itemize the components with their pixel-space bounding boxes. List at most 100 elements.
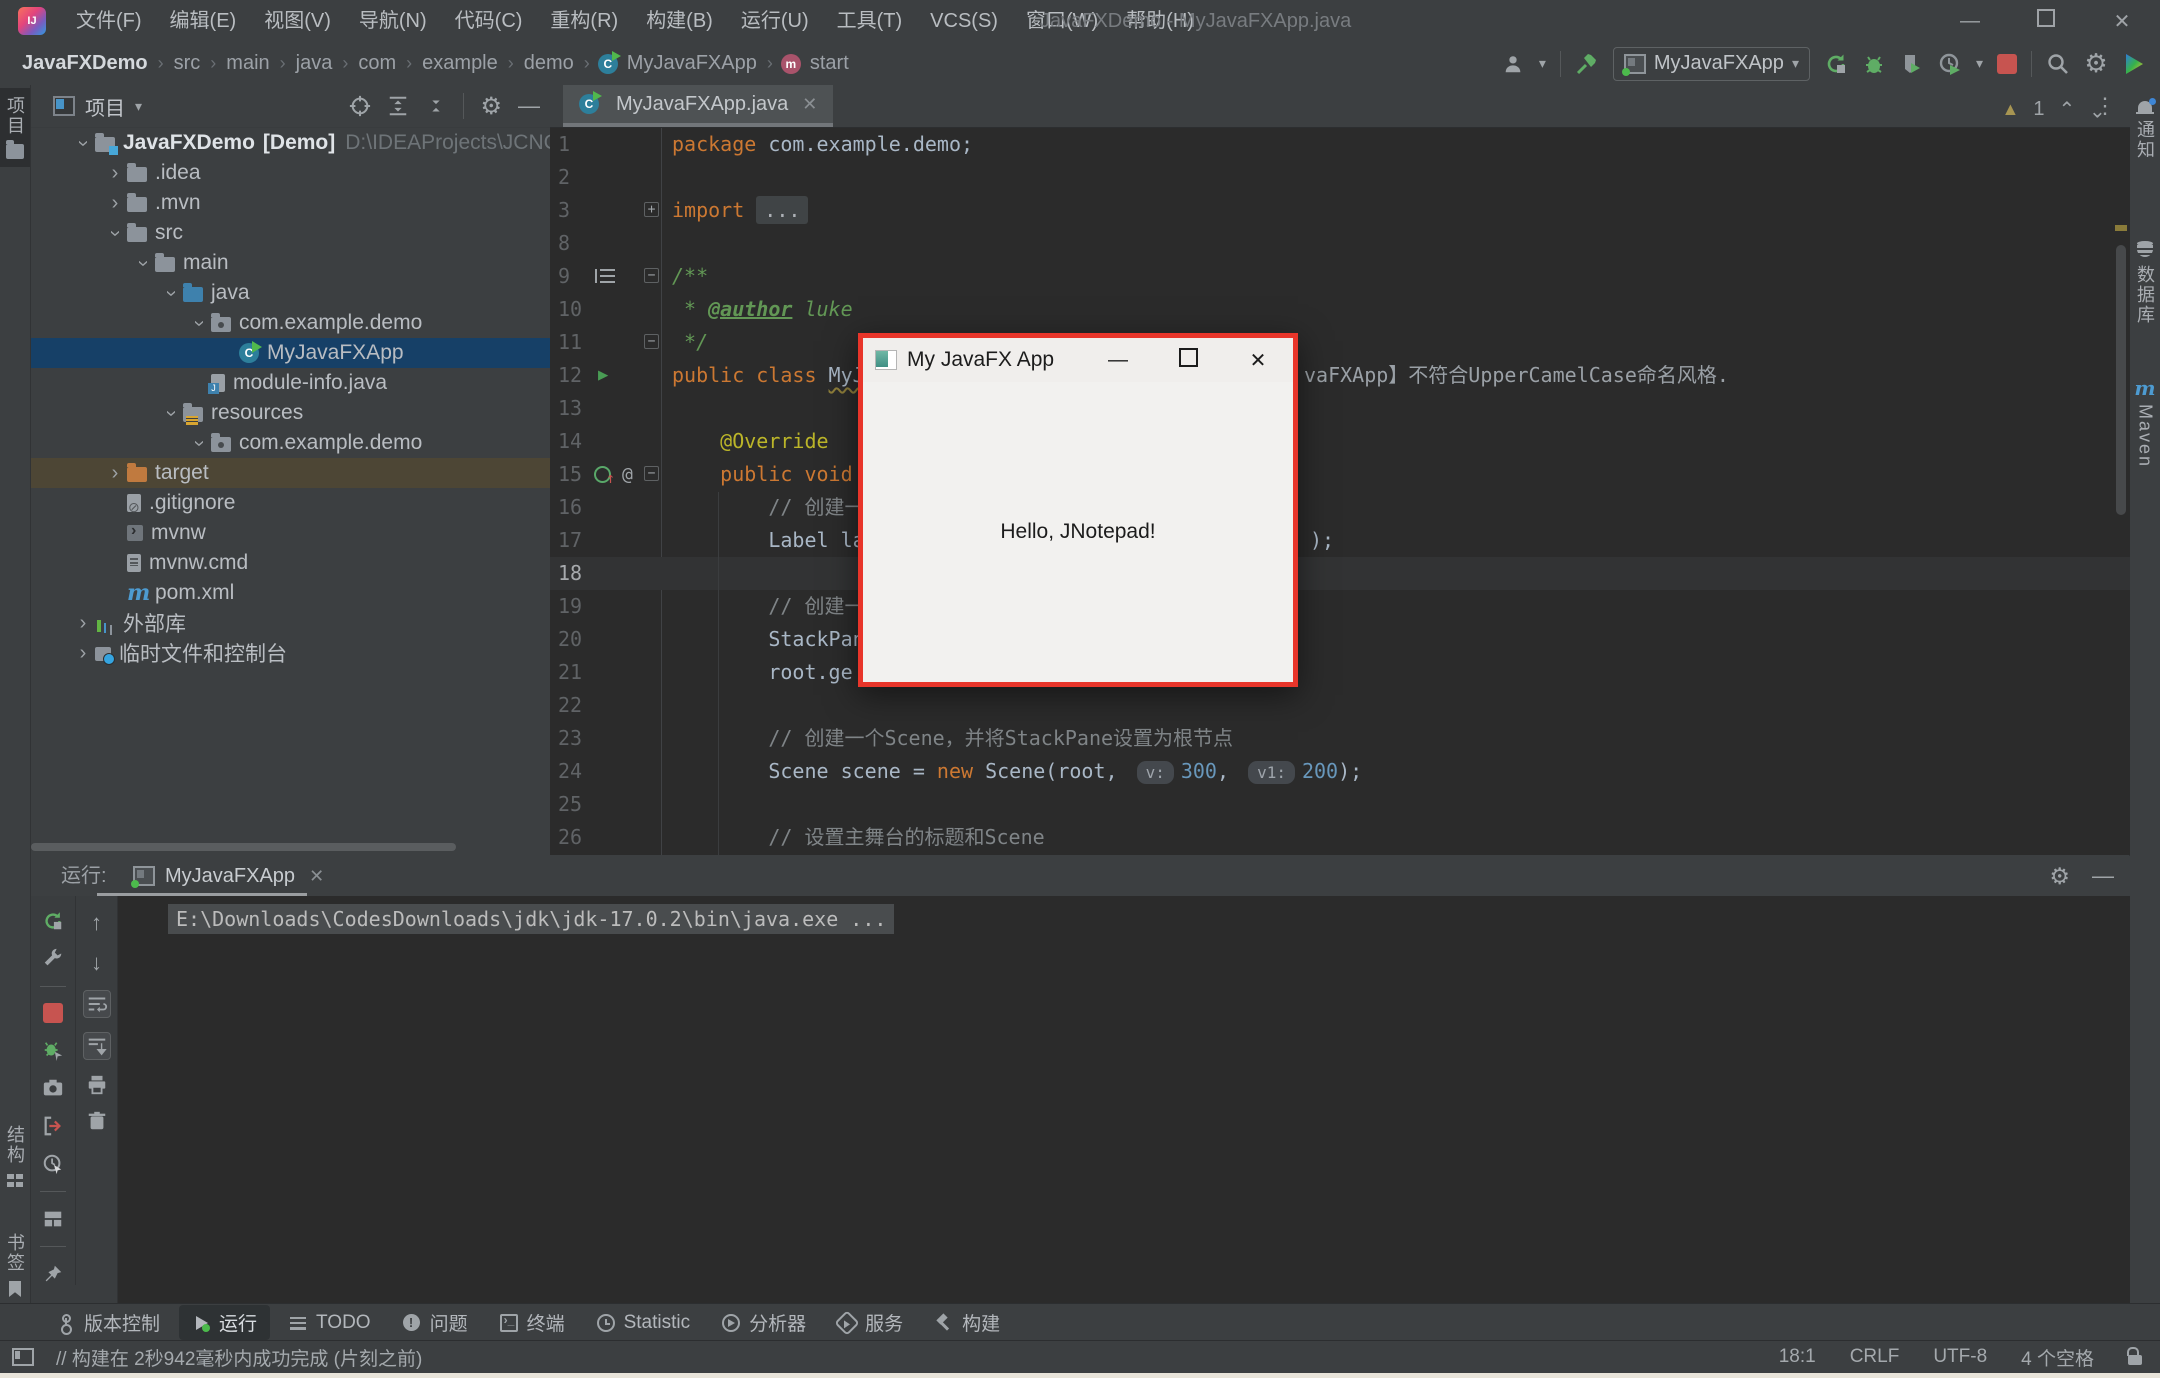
code-line-9[interactable]: 9−/** bbox=[550, 260, 2130, 293]
soft-wrap-toggle[interactable] bbox=[83, 990, 111, 1018]
project-settings-gear-icon[interactable]: ⚙ bbox=[480, 92, 502, 121]
search-everywhere-icon[interactable] bbox=[2046, 52, 2070, 76]
tool-window-button-构建[interactable]: 构建 bbox=[922, 1305, 1013, 1340]
breadcrumb-item-main[interactable]: main bbox=[224, 52, 271, 75]
line-number[interactable]: 19 bbox=[558, 590, 582, 623]
tree-row-.mvn[interactable]: ›.mvn bbox=[31, 188, 550, 218]
close-tab-icon[interactable]: ✕ bbox=[802, 94, 817, 115]
code-editor[interactable]: 1package com.example.demo;23+import ...8… bbox=[550, 128, 2130, 855]
layout-settings-icon[interactable] bbox=[42, 1208, 64, 1230]
code-line-16[interactable]: 16 // 创建一个 bbox=[550, 491, 2130, 524]
code-line-17[interactable]: 17 Label la); bbox=[550, 524, 2130, 557]
stripe-button-通知[interactable]: 通知 bbox=[2130, 93, 2160, 168]
stripe-button-数据库[interactable]: 数据库 bbox=[2130, 233, 2160, 333]
code-line-10[interactable]: 10 * @author luke bbox=[550, 293, 2130, 326]
tree-row-临时文件和控制台[interactable]: ›临时文件和控制台 bbox=[31, 638, 550, 668]
tree-chevron-icon[interactable]: › bbox=[103, 462, 127, 485]
profiler-button[interactable] bbox=[1938, 52, 1962, 76]
breadcrumb-item-demo[interactable]: demo bbox=[522, 52, 576, 75]
stop-button[interactable] bbox=[1997, 54, 2017, 74]
code-line-15[interactable]: 15@− public void bbox=[550, 458, 2130, 491]
caret-position[interactable]: 18:1 bbox=[1779, 1346, 1816, 1368]
run-button[interactable] bbox=[1824, 52, 1848, 76]
line-number[interactable]: 23 bbox=[558, 722, 582, 755]
code-line-2[interactable]: 2 bbox=[550, 161, 2130, 194]
tree-row-外部库[interactable]: ›外部库 bbox=[31, 608, 550, 638]
tree-chevron-icon[interactable]: › bbox=[104, 221, 127, 245]
hide-run-panel-icon[interactable]: — bbox=[2092, 863, 2114, 889]
menu-item[interactable]: 工具(T) bbox=[823, 0, 917, 42]
tree-row-main[interactable]: ›main bbox=[31, 248, 550, 278]
code-line-12[interactable]: 12▶public class MyJavaFXAppvaFXApp】不符合Up… bbox=[550, 359, 2130, 392]
thread-dump-camera-icon[interactable] bbox=[42, 1077, 64, 1099]
tree-row-JavaFXDemo[interactable]: ›JavaFXDemo[Demo]D:\IDEAProjects\JCNCPro… bbox=[31, 128, 550, 158]
line-number[interactable]: 26 bbox=[558, 821, 582, 854]
javafx-minimize-icon[interactable]: — bbox=[1083, 349, 1153, 372]
tree-row-pom.xml[interactable]: pom.xml bbox=[31, 578, 550, 608]
code-line-20[interactable]: 20 StackPane bbox=[550, 623, 2130, 656]
code-line-26[interactable]: 26 // 设置主舞台的标题和Scene bbox=[550, 821, 2130, 854]
menu-item[interactable]: 编辑(E) bbox=[156, 0, 251, 42]
menu-item[interactable]: 代码(C) bbox=[441, 0, 537, 42]
profiler-dropdown-icon[interactable]: ▾ bbox=[1976, 55, 1983, 72]
stripe-button-结构[interactable]: 结构 bbox=[0, 1117, 30, 1196]
line-number[interactable]: 16 bbox=[558, 491, 582, 524]
menu-item[interactable]: 运行(U) bbox=[727, 0, 823, 42]
user-dropdown-icon[interactable]: ▾ bbox=[1539, 55, 1546, 72]
breadcrumb-item-javafxdemo[interactable]: JavaFXDemo bbox=[20, 52, 150, 75]
tree-chevron-icon[interactable]: › bbox=[72, 131, 95, 155]
code-line-25[interactable]: 25 bbox=[550, 788, 2130, 821]
exit-process-icon[interactable] bbox=[42, 1115, 64, 1137]
breadcrumb-item-java[interactable]: java bbox=[294, 52, 335, 75]
prev-problem-icon[interactable]: ⌃ bbox=[2058, 97, 2075, 122]
tree-chevron-icon[interactable]: › bbox=[160, 281, 183, 305]
tree-chevron-icon[interactable]: › bbox=[188, 311, 211, 335]
tree-row-MyJavaFXApp[interactable]: MyJavaFXApp bbox=[31, 338, 550, 368]
code-line-8[interactable]: 8 bbox=[550, 227, 2130, 260]
fold-plus-icon[interactable]: + bbox=[644, 202, 659, 217]
breadcrumb-item-start[interactable]: mstart bbox=[781, 52, 851, 75]
line-number[interactable]: 8 bbox=[558, 227, 570, 260]
breadcrumb-item-com[interactable]: com bbox=[356, 52, 398, 75]
attach-debugger-icon[interactable] bbox=[42, 1039, 64, 1061]
settings-gear-icon[interactable]: ⚙ bbox=[2084, 52, 2108, 76]
tree-row-com.example.demo[interactable]: ›com.example.demo bbox=[31, 308, 550, 338]
modify-run-config-icon[interactable] bbox=[42, 948, 64, 970]
stripe-button-书签[interactable]: 书签 bbox=[0, 1225, 30, 1305]
pin-tab-icon[interactable] bbox=[42, 1263, 64, 1285]
line-number[interactable]: 24 bbox=[558, 755, 582, 788]
line-number[interactable]: 18 bbox=[558, 557, 582, 590]
line-number[interactable]: 1 bbox=[558, 128, 570, 161]
file-encoding[interactable]: UTF-8 bbox=[1933, 1346, 1987, 1368]
tool-window-button-问题[interactable]: 问题 bbox=[390, 1305, 481, 1340]
code-line-21[interactable]: 21 root.ge bbox=[550, 656, 2130, 689]
minimize-window-icon[interactable]: — bbox=[1932, 10, 2008, 33]
print-console-icon[interactable] bbox=[86, 1074, 108, 1096]
code-line-22[interactable]: 22 bbox=[550, 689, 2130, 722]
close-window-icon[interactable]: ✕ bbox=[2084, 9, 2160, 34]
run-with-coverage-button[interactable] bbox=[1900, 52, 1924, 76]
rerun-button[interactable] bbox=[42, 910, 64, 932]
project-tree-hscrollbar[interactable] bbox=[31, 843, 456, 851]
breadcrumb-item-myjavafxapp[interactable]: CMyJavaFXApp bbox=[598, 52, 759, 75]
line-number[interactable]: 17 bbox=[558, 524, 582, 557]
line-separator[interactable]: CRLF bbox=[1850, 1346, 1900, 1368]
run-configuration-select[interactable]: MyJavaFXApp ▾ bbox=[1613, 47, 1810, 81]
stripe-button-项目[interactable]: 项目 bbox=[0, 88, 30, 167]
line-number[interactable]: 13 bbox=[558, 392, 582, 425]
line-number[interactable]: 22 bbox=[558, 689, 582, 722]
fold-minus-icon[interactable]: − bbox=[644, 268, 659, 283]
tree-row-mvnw[interactable]: mvnw bbox=[31, 518, 550, 548]
stripe-button-Maven[interactable]: mMaven bbox=[2130, 373, 2160, 476]
tree-row-.idea[interactable]: ›.idea bbox=[31, 158, 550, 188]
fold-end-icon[interactable]: − bbox=[644, 334, 659, 349]
scroll-to-end-toggle[interactable] bbox=[83, 1032, 111, 1060]
collapse-all-icon[interactable] bbox=[425, 95, 447, 117]
code-line-11[interactable]: 11− */ bbox=[550, 326, 2130, 359]
breadcrumb-item-src[interactable]: src bbox=[172, 52, 203, 75]
menu-item[interactable]: 文件(F) bbox=[62, 0, 156, 42]
code-line-1[interactable]: 1package com.example.demo; bbox=[550, 128, 2130, 161]
line-number[interactable]: 14 bbox=[558, 425, 582, 458]
line-number[interactable]: 2 bbox=[558, 161, 570, 194]
run-line-icon[interactable]: ▶ bbox=[598, 359, 608, 392]
